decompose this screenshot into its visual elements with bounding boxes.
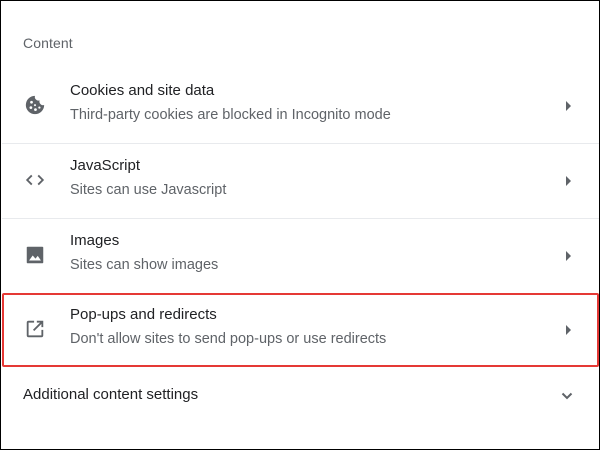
row-subtitle: Third-party cookies are blocked in Incog… — [70, 107, 391, 123]
cookie-icon — [24, 94, 46, 116]
cookies-and-site-data-row[interactable]: Cookies and site data Third-party cookie… — [2, 69, 599, 143]
image-icon — [24, 244, 46, 266]
javascript-row[interactable]: JavaScript Sites can use Javascript — [2, 144, 599, 218]
row-title: Pop-ups and redirects — [70, 306, 217, 323]
code-brackets-icon — [24, 169, 46, 191]
arrow-right-icon — [563, 324, 573, 336]
chevron-down-icon — [560, 389, 574, 403]
row-subtitle: Don't allow sites to send pop-ups or use… — [70, 331, 387, 347]
additional-content-settings-label: Additional content settings — [23, 386, 199, 403]
arrow-right-icon — [563, 175, 573, 187]
arrow-right-icon — [563, 250, 573, 262]
row-title: Cookies and site data — [70, 82, 215, 99]
row-title: Images — [70, 232, 120, 249]
open-in-new-icon — [24, 318, 46, 340]
images-row[interactable]: Images Sites can show images — [2, 219, 599, 293]
pop-ups-and-redirects-row[interactable]: Pop-ups and redirects Don't allow sites … — [2, 293, 599, 367]
content-settings-panel: Content Cookies and site data Third-part… — [0, 0, 600, 450]
row-subtitle: Sites can use Javascript — [70, 182, 227, 198]
section-title: Content — [23, 35, 73, 51]
additional-content-settings-toggle[interactable]: Additional content settings — [2, 369, 599, 423]
arrow-right-icon — [563, 100, 573, 112]
row-title: JavaScript — [70, 157, 141, 174]
row-subtitle: Sites can show images — [70, 257, 219, 273]
